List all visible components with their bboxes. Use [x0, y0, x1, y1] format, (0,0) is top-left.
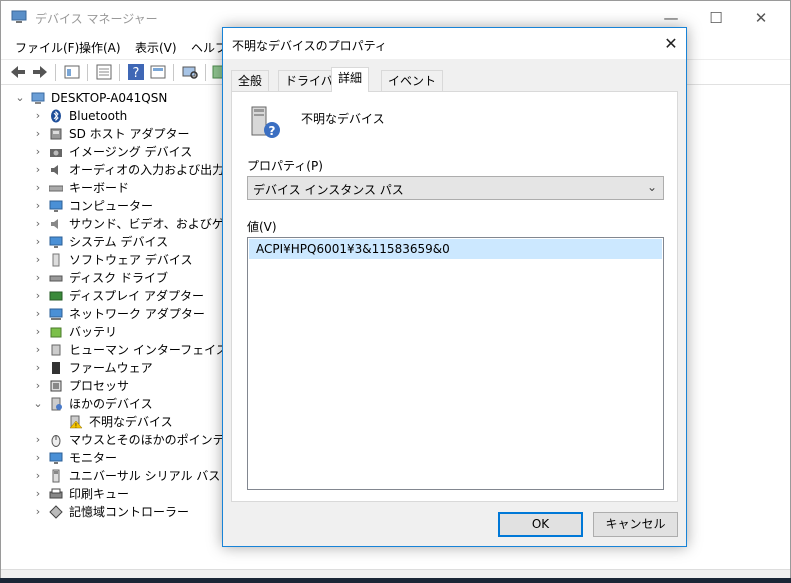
device-name: 不明なデバイス [301, 112, 385, 126]
chevron-down-icon: ⌄ [646, 180, 657, 194]
tree-root-label: DESKTOP-A041QSN [51, 91, 168, 105]
usb-icon [52, 469, 60, 483]
forward-arrow-icon[interactable] [31, 63, 49, 81]
menu-view[interactable]: 表示(V) [135, 39, 177, 56]
hid-icon [51, 344, 61, 356]
tree-item-label: ファームウェア [69, 361, 153, 375]
menu-action[interactable]: 操作(A) [79, 39, 121, 56]
svg-text:?: ? [269, 124, 276, 138]
tree-item-label: プロセッサ [69, 379, 130, 393]
system-device-icon [49, 236, 63, 248]
sd-host-icon [50, 128, 62, 140]
disk-drive-icon [49, 275, 63, 282]
tree-item-label: ネットワーク アダプター [69, 307, 205, 321]
tree-item-label: バッテリ [69, 325, 118, 339]
dialog-titlebar: 不明なデバイスのプロパティ ✕ [223, 28, 686, 59]
tree-item-label: キーボード [69, 181, 130, 195]
dialog-title: 不明なデバイスのプロパティ [232, 39, 387, 53]
battery-icon [50, 327, 62, 338]
property-label: プロパティ(P) [247, 159, 323, 173]
tab-details[interactable]: 詳細 [331, 67, 370, 92]
dialog-close-button[interactable]: ✕ [657, 32, 685, 56]
computer-icon [31, 92, 45, 104]
cancel-button[interactable]: キャンセル [593, 512, 678, 537]
tree-item-label: ディスク ドライブ [69, 271, 168, 285]
tab-events[interactable]: イベント [381, 70, 444, 91]
tree-item-label: Bluetooth [69, 109, 128, 123]
toolbar-separator [119, 64, 120, 81]
monitor-icon [49, 200, 63, 212]
menu-file[interactable]: ファイル(F) [15, 39, 79, 56]
toolbar-separator [87, 64, 88, 81]
properties-dialog: 不明なデバイスのプロパティ ✕ 全般 ドライバー 詳細 イベント ? 不明なデバ… [222, 27, 687, 547]
value-text: ACPI¥HPQ6001¥3&11583659&0 [256, 242, 450, 256]
display-adapter-icon [49, 291, 63, 301]
tree-item-label: コンピューター [69, 199, 154, 213]
speaker-icon [51, 165, 58, 175]
maximize-button[interactable]: ☐ [701, 7, 731, 29]
tree-item-label: 不明なデバイス [89, 415, 173, 429]
unknown-device-warning-icon: ! [69, 415, 83, 429]
tab-general[interactable]: 全般 [231, 70, 270, 91]
storage-controller-icon [49, 505, 63, 519]
unknown-device-icon: ? [251, 106, 280, 138]
scan-hardware-icon[interactable] [181, 63, 199, 81]
tree-item-label: ソフトウェア デバイス [69, 253, 193, 267]
firmware-icon [52, 362, 60, 374]
tree-item-label: SD ホスト アダプター [69, 127, 190, 141]
back-arrow-icon[interactable] [9, 63, 27, 81]
printer-icon [49, 488, 63, 499]
network-adapter-icon [49, 308, 63, 320]
properties-view-icon[interactable] [63, 63, 81, 81]
software-device-icon [52, 253, 60, 267]
tree-item-label: システム デバイス [69, 235, 169, 249]
property-select-value: デバイス インスタンス パス [253, 183, 404, 197]
camera-icon [50, 149, 62, 157]
details-view-icon[interactable] [95, 63, 113, 81]
toolbar-separator [55, 64, 56, 81]
tree-item-label: ほかのデバイス [69, 397, 153, 411]
tree-item-label: オーディオの入力および出力 [69, 163, 225, 177]
main-window-title: デバイス マネージャー [35, 12, 158, 26]
other-devices-icon [51, 397, 62, 411]
chevron-down-icon[interactable]: ⌄ [15, 89, 25, 107]
svg-text:!: ! [75, 423, 77, 430]
desktop-background [0, 578, 791, 583]
details-tab-panel: ? 不明なデバイス プロパティ(P) デバイス インスタンス パス ⌄ 値(V)… [231, 91, 678, 502]
close-button[interactable]: ✕ [746, 7, 776, 29]
keyboard-icon [49, 185, 63, 192]
value-list-item[interactable]: ACPI¥HPQ6001¥3&11583659&0 [249, 239, 662, 259]
toolbar-separator [173, 64, 174, 81]
mouse-icon [51, 435, 61, 447]
tree-item-label: 記憶域コントローラー [69, 505, 190, 519]
monitor-icon [49, 452, 63, 464]
processor-icon [50, 380, 62, 392]
device-manager-icon [11, 10, 27, 23]
property-select[interactable]: デバイス インスタンス パス ⌄ [247, 176, 664, 200]
tree-item-label: モニター [69, 451, 118, 465]
value-list[interactable]: ACPI¥HPQ6001¥3&11583659&0 [247, 237, 664, 490]
tree-item-label: イメージング デバイス [69, 145, 193, 159]
help-icon[interactable]: ? [127, 63, 145, 81]
bluetooth-icon [51, 109, 61, 123]
ok-button[interactable]: OK [498, 512, 583, 537]
value-label: 値(V) [247, 220, 277, 234]
tree-item-label: 印刷キュー [69, 487, 130, 501]
toolbar-separator [205, 64, 206, 81]
minimize-button[interactable]: — [656, 7, 686, 29]
device-tree: ⌄ DESKTOP-A041QSN › Bluetooth › SD ホスト ア… [15, 89, 336, 519]
device-list-icon[interactable] [149, 63, 167, 81]
svg-text:?: ? [133, 66, 140, 81]
sound-icon [51, 219, 58, 229]
tree-item-label: ディスプレイ アダプター [69, 289, 204, 303]
